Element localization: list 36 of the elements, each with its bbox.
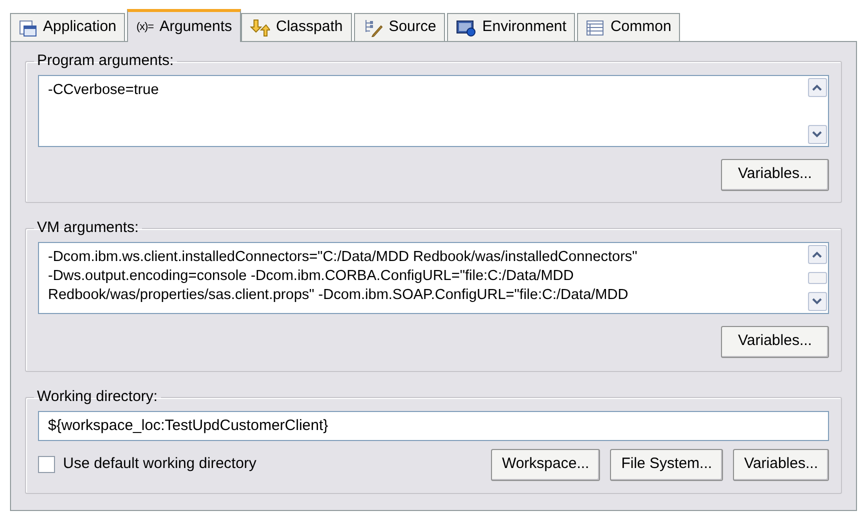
text-line: Redbook/was/properties/sas.client.props" -Dcom.ibm.SOAP.ConfigURL="file:C:/Data/MDD xyxy=(48,286,630,304)
tab[interactable]: Application xyxy=(10,13,126,41)
tab[interactable]: Environment xyxy=(447,13,576,41)
text-line: -Dcom.ibm.ws.client.installedConnectors="C:/Data/MDD Redbook/was/installedConnectors" xyxy=(48,248,638,266)
button[interactable]: Variables... xyxy=(733,448,829,480)
tab[interactable]: Common xyxy=(577,13,680,41)
tab[interactable]: (x)= Arguments xyxy=(127,9,241,42)
monitor-icon xyxy=(456,18,476,36)
scroll-down-icon[interactable] xyxy=(808,292,826,310)
scroll-thumb[interactable] xyxy=(808,272,826,284)
scroll-up-icon[interactable] xyxy=(808,244,826,264)
checkbox-box[interactable] xyxy=(38,456,55,473)
checkbox[interactable]: Use default working directory xyxy=(38,453,256,476)
tab[interactable]: Source xyxy=(354,13,446,41)
variable-icon: (x)= xyxy=(136,18,154,36)
text-line: -CCverbose=true xyxy=(48,80,160,100)
group-title: Program arguments: xyxy=(36,51,175,71)
scrollbar[interactable] xyxy=(806,76,828,146)
input-field[interactable]: ${workspace_loc:TestUpdCustomerClient} xyxy=(38,410,829,440)
button[interactable]: Variables... xyxy=(721,326,829,358)
scroll-up-icon[interactable] xyxy=(808,78,826,96)
button[interactable]: Workspace... xyxy=(490,448,600,480)
table-icon xyxy=(586,20,604,36)
arrows-icon xyxy=(250,18,270,36)
scroll-down-icon[interactable] xyxy=(808,124,826,144)
button[interactable]: File System... xyxy=(610,448,724,480)
window-icon xyxy=(19,18,37,36)
tree-pencil-icon xyxy=(362,18,383,36)
text-area[interactable] xyxy=(38,242,829,314)
scrollbar[interactable] xyxy=(806,242,828,312)
text-line: -Dws.output.encoding=console -Dcom.ibm.CORBA.ConfigURL="file:C:/Data/MDD xyxy=(48,266,575,286)
group-title: Working directory: xyxy=(36,387,159,407)
text-area[interactable]: -CCverbose=true xyxy=(38,74,829,146)
tab[interactable]: Classpath xyxy=(241,13,352,41)
group-title: VM arguments: xyxy=(36,218,140,238)
button[interactable]: Variables... xyxy=(721,158,829,190)
